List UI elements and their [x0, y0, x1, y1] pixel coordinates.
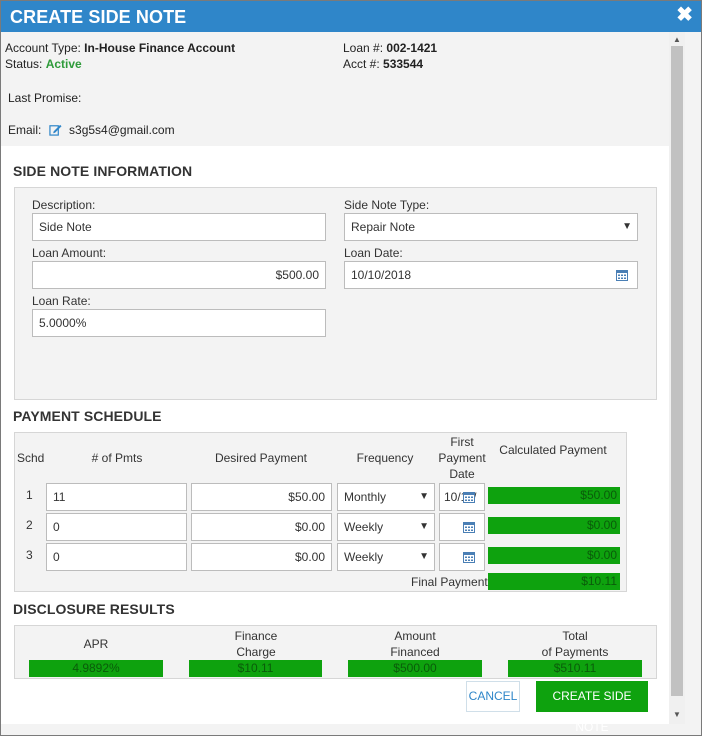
total-payments-label-line-2: of Payments — [541, 645, 609, 659]
scroll-down-arrow-icon[interactable]: ▼ — [669, 708, 685, 722]
side-note-panel: Description: Side Note Type: Repair Note… — [14, 187, 657, 400]
dialog-title-bar: CREATE SIDE NOTE ✖ — [1, 1, 701, 32]
status-label: Status: — [5, 57, 43, 71]
loan-number-label: Loan #: — [343, 41, 384, 55]
final-payment-value: $10.11 — [488, 573, 620, 590]
row-1-desired-payment-input[interactable] — [191, 483, 332, 511]
loan-number: Loan #: 002-1421 — [343, 41, 437, 55]
total-payments-value: $510.11 — [508, 660, 642, 677]
loan-number-value: 002-1421 — [386, 41, 438, 55]
account-type-value: In-House Finance Account — [84, 41, 236, 55]
email-row: Email: s3g5s4@gmail.com — [8, 123, 175, 137]
row-3-frequency-select[interactable]: Weekly ▼ — [337, 543, 435, 571]
header-schd: Schd — [17, 451, 45, 465]
row-1-schd: 1 — [26, 488, 33, 502]
loan-rate-input[interactable] — [32, 309, 326, 337]
loan-amount-input[interactable] — [32, 261, 326, 289]
total-payments-label: Total of Payments — [508, 628, 642, 660]
row-2-calculated-payment: $0.00 — [488, 517, 620, 534]
header-first-payment-date: First Payment Date — [438, 435, 486, 481]
dialog-content: Account Type: In-House Finance Account S… — [1, 32, 669, 724]
row-3-calculated-payment: $0.00 — [488, 547, 620, 564]
row-2-schd: 2 — [26, 518, 33, 532]
apr-value: 4.9892% — [29, 660, 163, 677]
close-icon[interactable]: ✖ — [676, 5, 693, 25]
side-note-type-select[interactable]: Repair Note ▼ — [344, 213, 638, 241]
header-num-pmts: # of Pmts — [91, 451, 143, 465]
dialog-title: CREATE SIDE NOTE — [10, 7, 187, 27]
amount-financed-label-line-1: Amount — [394, 629, 436, 643]
disclosure-section-title: DISCLOSURE RESULTS — [13, 601, 175, 617]
calendar-icon[interactable] — [463, 521, 475, 533]
side-note-type-value: Repair Note — [351, 220, 416, 234]
row-2-frequency-value: Weekly — [344, 520, 384, 534]
acct-number: Acct #: 533544 — [343, 57, 423, 71]
chevron-down-icon: ▼ — [622, 221, 632, 232]
loan-rate-label: Loan Rate: — [32, 294, 91, 308]
account-info-panel: Account Type: In-House Finance Account S… — [1, 32, 669, 146]
header-frequency: Frequency — [356, 451, 414, 465]
row-2-frequency-select[interactable]: Weekly ▼ — [337, 513, 435, 541]
loan-amount-label: Loan Amount: — [32, 246, 107, 260]
row-3-first-date-input[interactable] — [439, 543, 485, 571]
last-promise-label: Last Promise: — [8, 91, 82, 105]
chevron-down-icon: ▼ — [419, 551, 429, 562]
row-1-num-pmts-input[interactable] — [46, 483, 187, 511]
row-1-frequency-value: Monthly — [344, 490, 387, 504]
loan-date-value: 10/10/2018 — [351, 268, 412, 282]
total-payments-label-line-1: Total — [562, 629, 588, 643]
row-2-first-date-input[interactable] — [439, 513, 485, 541]
amount-financed-label: Amount Financed — [348, 628, 482, 660]
description-input[interactable] — [32, 213, 326, 241]
side-note-type-label: Side Note Type: — [344, 198, 430, 212]
account-type-label: Account Type: — [5, 41, 81, 55]
loan-date-label: Loan Date: — [344, 246, 403, 260]
finance-charge-label-line-2: Charge — [236, 645, 276, 659]
row-1-frequency-select[interactable]: Monthly ▼ — [337, 483, 435, 511]
apr-label: APR — [83, 637, 109, 651]
header-desired-payment: Desired Payment — [214, 451, 308, 465]
payment-schedule-section-title: PAYMENT SCHEDULE — [13, 408, 162, 424]
row-1-calculated-payment: $50.00 — [488, 487, 620, 504]
status-value: Active — [45, 57, 82, 71]
edit-email-icon[interactable] — [49, 123, 62, 136]
row-3-num-pmts-input[interactable] — [46, 543, 187, 571]
scroll-up-arrow-icon[interactable]: ▲ — [669, 33, 685, 47]
description-label: Description: — [32, 198, 96, 212]
finance-charge-label-line-1: Finance — [234, 629, 278, 643]
cancel-button[interactable]: CANCEL — [466, 681, 520, 712]
finance-charge-label: Finance Charge — [189, 628, 323, 660]
row-3-schd: 3 — [26, 548, 33, 562]
side-note-section-title: SIDE NOTE INFORMATION — [13, 163, 193, 179]
create-side-note-button[interactable]: CREATE SIDE NOTE — [536, 681, 648, 734]
scrollbar-thumb[interactable] — [671, 46, 683, 696]
chevron-down-icon: ▼ — [419, 491, 429, 502]
row-3-frequency-value: Weekly — [344, 550, 384, 564]
final-payment-label: Final Payment — [411, 575, 488, 589]
row-2-desired-payment-input[interactable] — [191, 513, 332, 541]
row-1-first-date-input[interactable]: 10/11/ — [439, 483, 485, 511]
account-status: Status: Active — [5, 57, 82, 71]
header-calculated-payment: Calculated Payment — [499, 443, 607, 457]
calendar-icon[interactable] — [616, 269, 628, 281]
calendar-icon[interactable] — [463, 551, 475, 563]
acct-number-label: Acct #: — [343, 57, 380, 71]
row-2-num-pmts-input[interactable] — [46, 513, 187, 541]
email-value: s3g5s4@gmail.com — [69, 123, 175, 137]
loan-date-input[interactable]: 10/10/2018 — [344, 261, 638, 289]
account-type: Account Type: In-House Finance Account — [5, 41, 235, 55]
row-3-desired-payment-input[interactable] — [191, 543, 332, 571]
amount-financed-value: $500.00 — [348, 660, 482, 677]
email-label: Email: — [8, 123, 42, 137]
acct-number-value: 533544 — [383, 57, 424, 71]
finance-charge-value: $10.11 — [189, 660, 322, 677]
calendar-icon[interactable] — [463, 491, 475, 503]
amount-financed-label-line-2: Financed — [390, 645, 440, 659]
chevron-down-icon: ▼ — [419, 521, 429, 532]
